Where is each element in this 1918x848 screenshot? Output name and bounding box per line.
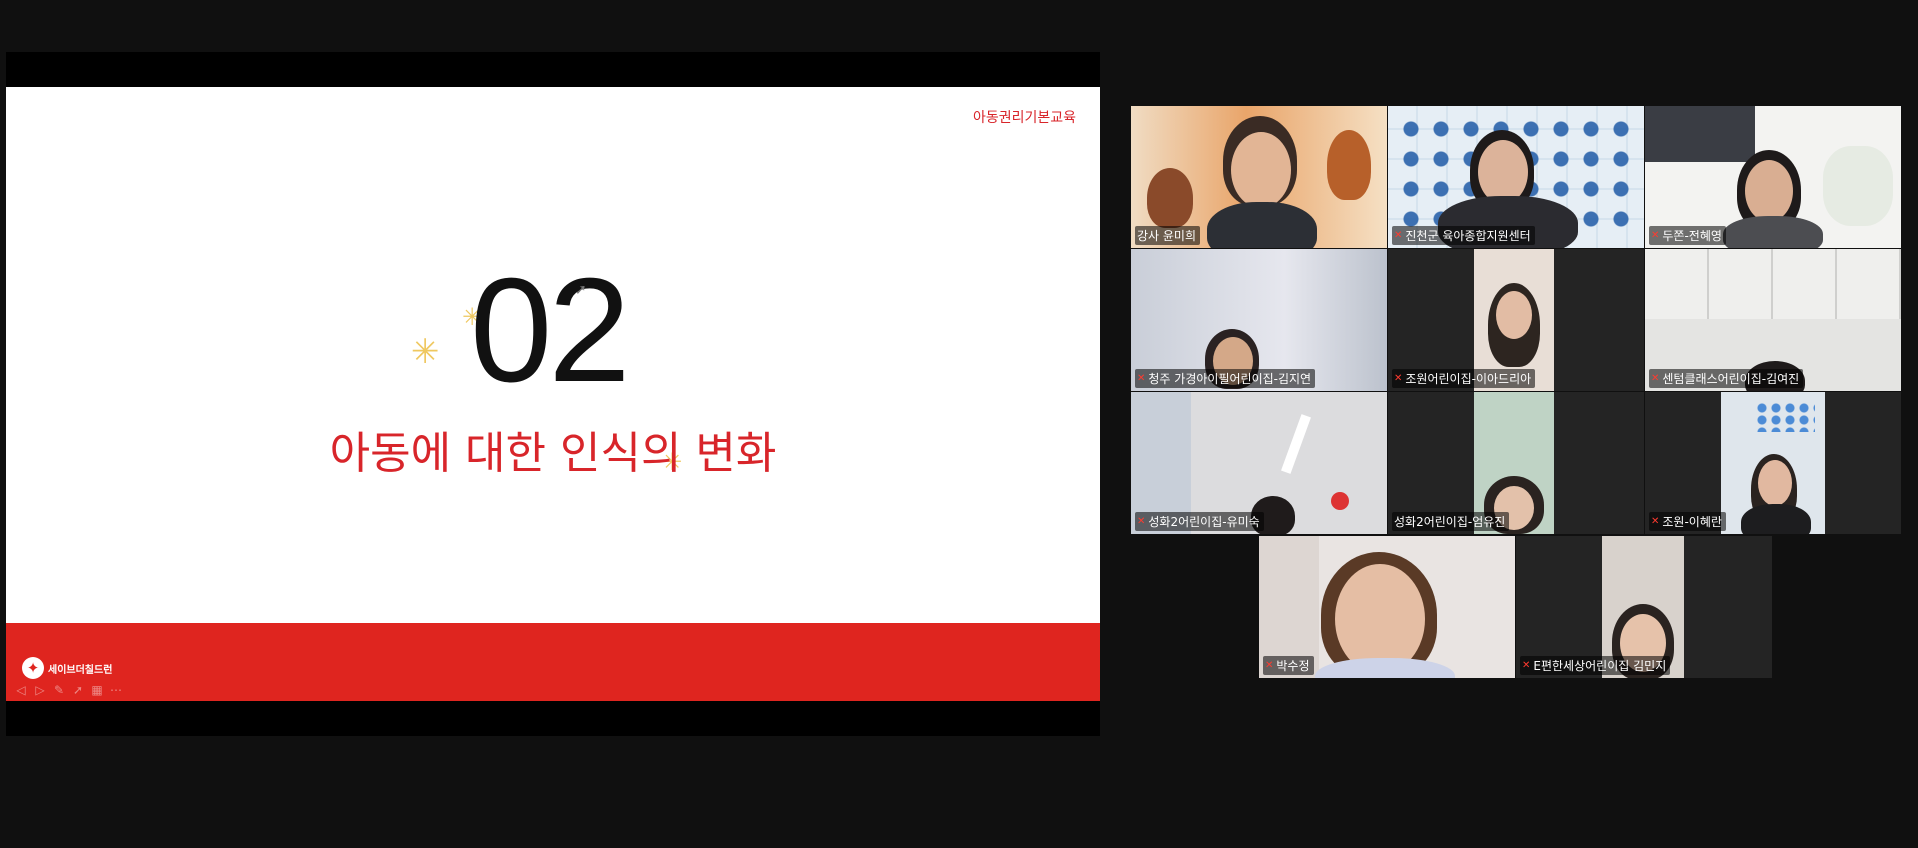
video-feed — [1645, 249, 1901, 319]
participant-name-tag: ✕ 두쫀-전혜영 — [1649, 226, 1726, 245]
mic-off-icon: ✕ — [1394, 230, 1403, 241]
mic-off-icon: ✕ — [1137, 373, 1146, 384]
participant-name-tag: 강사 윤미희 — [1135, 226, 1201, 245]
person-face — [1758, 460, 1792, 506]
participant-name-tag: ✕ 조원어린이집-이아드리아 — [1392, 369, 1536, 388]
person-face — [1496, 291, 1532, 339]
video-tile[interactable]: ✕ 박수정 — [1259, 536, 1515, 678]
video-tile[interactable]: ✕ 센텀클래스어린이집-김여진 — [1645, 249, 1901, 391]
video-feed — [1645, 106, 1755, 162]
mic-off-icon: ✕ — [1651, 516, 1660, 527]
video-tile[interactable]: ✕ 진천군 육아종합지원센터 — [1388, 106, 1644, 248]
participant-name-tag: ✕ 성화2어린이집-유미숙 — [1135, 512, 1264, 531]
participant-name-tag: ✕ 조원-이혜란 — [1649, 512, 1726, 531]
person-body — [1207, 202, 1317, 248]
video-tile[interactable]: ✕ 두쫀-전혜영 — [1645, 106, 1901, 248]
video-tile[interactable]: ✕ 성화2어린이집-유미숙 — [1131, 392, 1387, 534]
participant-name-tag: ✕ E편한세상어린이집 김민지 — [1520, 656, 1671, 675]
ceiling-light — [1281, 414, 1311, 474]
mic-off-icon: ✕ — [1394, 373, 1403, 384]
participant-name-tag: ✕ 청주 가경아이필어린이집-김지연 — [1135, 369, 1316, 388]
mic-off-icon: ✕ — [1651, 373, 1660, 384]
video-gallery: 강사 윤미희 ✕ 진천군 육아종합지원센터 ✕ 두쫀-전혜영 ✕ 청주 가경아이… — [0, 0, 1918, 848]
meeting-window: 아동권리기본교육 ✳ ✳ ✳ 02 ➚ 아동에 대한 인식의 변화 ✦ 세이브더… — [0, 0, 1918, 848]
participant-name-tag: ✕ 박수정 — [1263, 656, 1314, 675]
balloon — [1331, 492, 1349, 510]
mic-off-icon: ✕ — [1651, 230, 1660, 241]
background-object — [1823, 146, 1893, 226]
participant-name-tag: ✕ 센텀클래스어린이집-김여진 — [1649, 369, 1804, 388]
video-tile[interactable]: ✕ E편한세상어린이집 김민지 — [1516, 536, 1772, 678]
illustration-figure — [1147, 168, 1193, 228]
mic-off-icon: ✕ — [1522, 660, 1531, 671]
participant-name-tag: ✕ 진천군 육아종합지원센터 — [1392, 226, 1535, 245]
video-tile[interactable]: ✕ 조원어린이집-이아드리아 — [1388, 249, 1644, 391]
video-tile[interactable]: 강사 윤미희 — [1131, 106, 1387, 248]
mic-off-icon: ✕ — [1137, 516, 1146, 527]
person-body — [1723, 216, 1823, 248]
wall-decoration — [1755, 402, 1815, 432]
mic-off-icon: ✕ — [1265, 660, 1274, 671]
participant-name-tag: 성화2어린이집-엄유진 — [1392, 512, 1510, 531]
video-tile[interactable]: ✕ 조원-이혜란 — [1645, 392, 1901, 534]
person-face — [1231, 132, 1291, 208]
video-tile[interactable]: ✕ 청주 가경아이필어린이집-김지연 — [1131, 249, 1387, 391]
person-body — [1741, 504, 1811, 534]
illustration-figure — [1327, 130, 1371, 200]
video-tile[interactable]: 성화2어린이집-엄유진 — [1388, 392, 1644, 534]
person-face — [1478, 140, 1528, 204]
person-face — [1745, 160, 1793, 222]
